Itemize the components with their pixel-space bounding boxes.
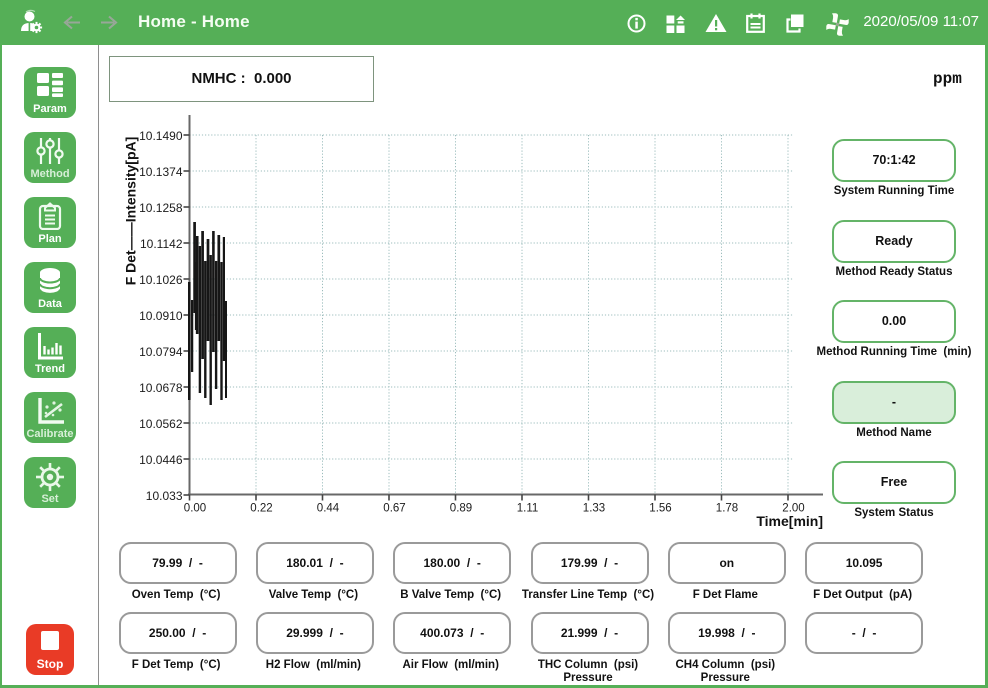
svg-text:0.89: 0.89 [450, 503, 472, 515]
svg-text:10.0794: 10.0794 [139, 345, 183, 359]
svg-text:1.11: 1.11 [517, 503, 539, 515]
svg-text:1.56: 1.56 [649, 503, 671, 515]
svg-text:10.1374: 10.1374 [139, 165, 183, 179]
svg-text:0.67: 0.67 [383, 503, 405, 515]
svg-text:1.78: 1.78 [716, 503, 738, 515]
svg-text:10.0446: 10.0446 [139, 453, 183, 467]
svg-text:10.1142: 10.1142 [140, 237, 183, 251]
svg-text:10.1026: 10.1026 [139, 273, 183, 287]
svg-text:0.22: 0.22 [250, 503, 272, 515]
svg-text:10.033: 10.033 [146, 489, 183, 503]
svg-text:10.0678: 10.0678 [139, 381, 183, 395]
svg-text:1.33: 1.33 [583, 503, 605, 515]
svg-text:F Det——Intensity[pA]: F Det——Intensity[pA] [123, 137, 139, 286]
svg-text:0.00: 0.00 [184, 503, 206, 515]
svg-text:10.0562: 10.0562 [139, 417, 183, 431]
svg-text:10.0910: 10.0910 [139, 309, 183, 323]
svg-text:10.1490: 10.1490 [139, 129, 183, 143]
svg-text:10.1258: 10.1258 [139, 201, 183, 215]
svg-text:0.44: 0.44 [317, 503, 340, 515]
